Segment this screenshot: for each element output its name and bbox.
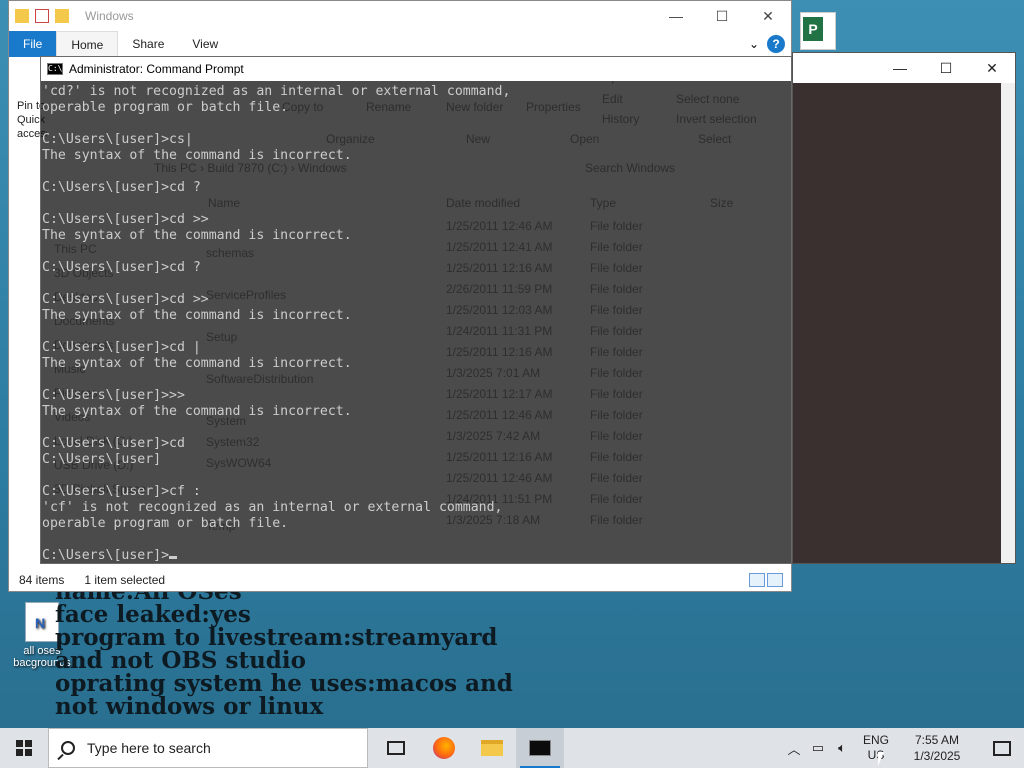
- network-icon[interactable]: ▭: [806, 740, 830, 756]
- input-language[interactable]: ENG US: [858, 733, 894, 763]
- selection-count: 1 item selected: [84, 573, 166, 587]
- console-line: The syntax of the command is incorrect.: [42, 228, 352, 243]
- console-line: C:\Users\[user]>cd ?: [42, 260, 201, 275]
- windows-logo-icon: [16, 740, 32, 756]
- action-center-button[interactable]: [980, 740, 1024, 756]
- status-bar: 84 items 1 item selected: [19, 573, 165, 587]
- terminal-icon: [529, 740, 551, 756]
- maximize-button[interactable]: ☐: [923, 60, 969, 77]
- console-icon: C:\: [47, 63, 63, 75]
- notification-icon: [993, 740, 1011, 756]
- console-line: The syntax of the command is incorrect.: [42, 308, 352, 323]
- console-line: C:\Users\[user]>cd |: [42, 340, 201, 355]
- firefox-icon: [433, 737, 455, 759]
- console-line: C:\Users\[user]>cs|: [42, 132, 193, 147]
- wallpaper-line: oprating system he uses:macos and: [55, 670, 513, 697]
- close-button[interactable]: ✕: [745, 8, 791, 25]
- details-view-button[interactable]: [749, 573, 765, 587]
- clock[interactable]: 7:55 AM 1/3/2025: [894, 732, 980, 764]
- language-code: ENG: [862, 733, 889, 747]
- region-code: US: [867, 748, 885, 762]
- console-line: The syntax of the command is incorrect.: [42, 404, 352, 419]
- minimize-button[interactable]: —: [653, 8, 699, 25]
- tab-file[interactable]: File: [9, 30, 57, 57]
- background-window-titlebar[interactable]: — ☐ ✕: [793, 53, 1015, 83]
- ribbon-tabs: File Home Share View ⌄ ?: [9, 30, 791, 57]
- taskbar-search-placeholder: Type here to search: [87, 740, 211, 756]
- properties-icon[interactable]: [35, 9, 49, 23]
- new-folder-icon[interactable]: [55, 9, 69, 23]
- console-line: 'cf' is not recognized as an internal or…: [42, 500, 503, 515]
- command-prompt-titlebar[interactable]: C:\ Administrator: Command Prompt: [41, 57, 791, 81]
- tab-view[interactable]: View: [178, 31, 232, 57]
- search-icon: [61, 741, 75, 755]
- wallpaper-line: and not OBS studio: [55, 647, 306, 674]
- wallpaper-line: not windows or linux: [55, 693, 324, 720]
- view-switcher: [749, 573, 783, 587]
- start-button[interactable]: [0, 728, 48, 768]
- background-window-content: [793, 83, 1001, 563]
- wallpaper-text: name:All OSesface leaked:yesprogram to l…: [55, 580, 955, 718]
- project-file-icon[interactable]: P: [800, 12, 836, 50]
- file-explorer-icon: [481, 740, 503, 756]
- console-line: 'cd?' is not recognized as an internal o…: [42, 84, 511, 99]
- text-cursor: [169, 556, 178, 559]
- vertical-scrollbar[interactable]: [1001, 83, 1015, 563]
- task-view-button[interactable]: [372, 728, 420, 768]
- explorer-titlebar[interactable]: Windows — ☐ ✕: [9, 1, 791, 31]
- console-line: C:\Users\[user]>cd >>: [42, 212, 209, 227]
- console-line: The syntax of the command is incorrect.: [42, 356, 352, 371]
- console-line: C:\Users\[user]>cd >>: [42, 292, 209, 307]
- console-output[interactable]: 'cd?' is not recognized as an internal o…: [42, 84, 783, 564]
- console-line: operable program or batch file.: [42, 516, 289, 531]
- help-icon[interactable]: ?: [767, 34, 785, 53]
- item-count: 84 items: [19, 573, 65, 587]
- close-button[interactable]: ✕: [969, 60, 1015, 77]
- console-line: C:\Users\[user]>: [42, 548, 783, 564]
- clock-time: 7:55 AM: [914, 733, 960, 747]
- clock-date: 1/3/2025: [913, 749, 961, 763]
- wallpaper-line: program to livestream:streamyard: [55, 624, 498, 651]
- chevron-down-icon[interactable]: ⌄: [749, 37, 759, 51]
- mouse-pointer: [878, 752, 884, 766]
- console-line: operable program or batch file.: [42, 100, 289, 115]
- explorer-title: Windows: [85, 9, 134, 23]
- background-window[interactable]: — ☐ ✕: [792, 52, 1016, 564]
- maximize-button[interactable]: ☐: [699, 8, 745, 25]
- command-prompt-window[interactable]: C:\ Administrator: Command Prompt 'cd?' …: [40, 56, 792, 564]
- tab-share[interactable]: Share: [118, 31, 178, 57]
- taskbar-command-prompt[interactable]: [516, 728, 564, 768]
- command-prompt-title: Administrator: Command Prompt: [69, 62, 244, 76]
- zip-file-icon: [25, 602, 59, 642]
- large-icons-view-button[interactable]: [767, 573, 783, 587]
- volume-icon[interactable]: 🔈︎: [830, 740, 854, 756]
- console-line: C:\Users\[user]>cf :: [42, 484, 201, 499]
- taskbar-firefox[interactable]: [420, 728, 468, 768]
- console-line: C:\Users\[user]>>>: [42, 388, 185, 403]
- system-tray: ︿ ▭ 🔈︎ ENG US 7:55 AM 1/3/2025: [782, 728, 1024, 768]
- task-view-icon: [387, 741, 405, 755]
- console-line: C:\Users\[user]>cd: [42, 436, 185, 451]
- chevron-up-icon[interactable]: ︿: [782, 739, 806, 758]
- console-line: C:\Users\[user]>cd ?: [42, 180, 201, 195]
- minimize-button[interactable]: —: [877, 60, 923, 76]
- folder-icon: [15, 9, 29, 23]
- console-line: C:\Users\[user]: [42, 452, 162, 467]
- console-line: The syntax of the command is incorrect.: [42, 148, 352, 163]
- taskbar-file-explorer[interactable]: [468, 728, 516, 768]
- taskbar: Type here to search ︿ ▭ 🔈︎ ENG US 7:55 A…: [0, 728, 1024, 768]
- tab-home[interactable]: Home: [56, 30, 119, 57]
- taskbar-search[interactable]: Type here to search: [48, 728, 368, 768]
- wallpaper-line: face leaked:yes: [55, 601, 251, 628]
